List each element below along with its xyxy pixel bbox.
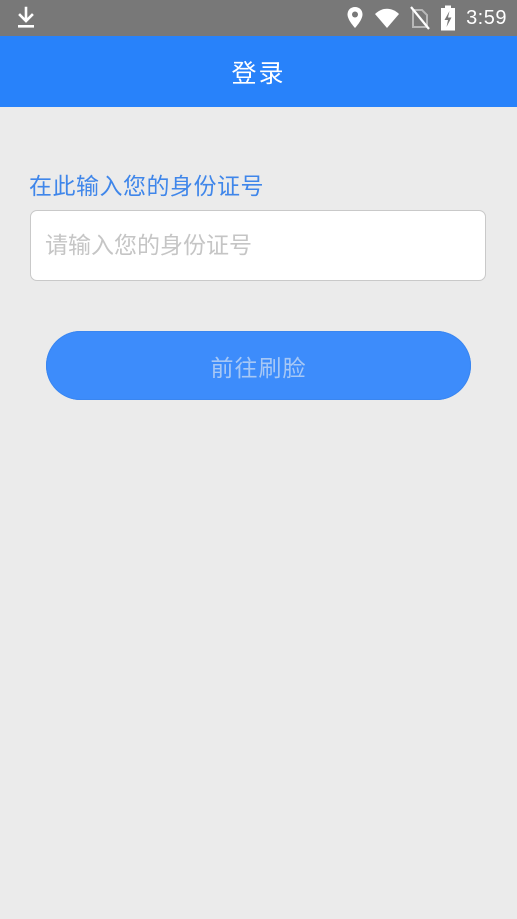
location-icon <box>346 6 364 30</box>
download-icon <box>14 6 38 30</box>
page-title: 登录 <box>231 58 286 88</box>
go-face-scan-button[interactable]: 前往刷脸 <box>46 331 471 400</box>
status-time: 3:59 <box>466 6 507 29</box>
battery-charging-icon <box>440 5 456 31</box>
id-number-input[interactable] <box>30 210 486 281</box>
status-bar: 3:59 <box>0 0 517 36</box>
no-sim-icon <box>410 6 430 30</box>
wifi-icon <box>374 7 400 29</box>
id-number-label: 在此输入您的身份证号 <box>29 174 264 200</box>
app-bar: 登录 <box>0 36 517 107</box>
status-icons: 3:59 <box>346 0 507 36</box>
